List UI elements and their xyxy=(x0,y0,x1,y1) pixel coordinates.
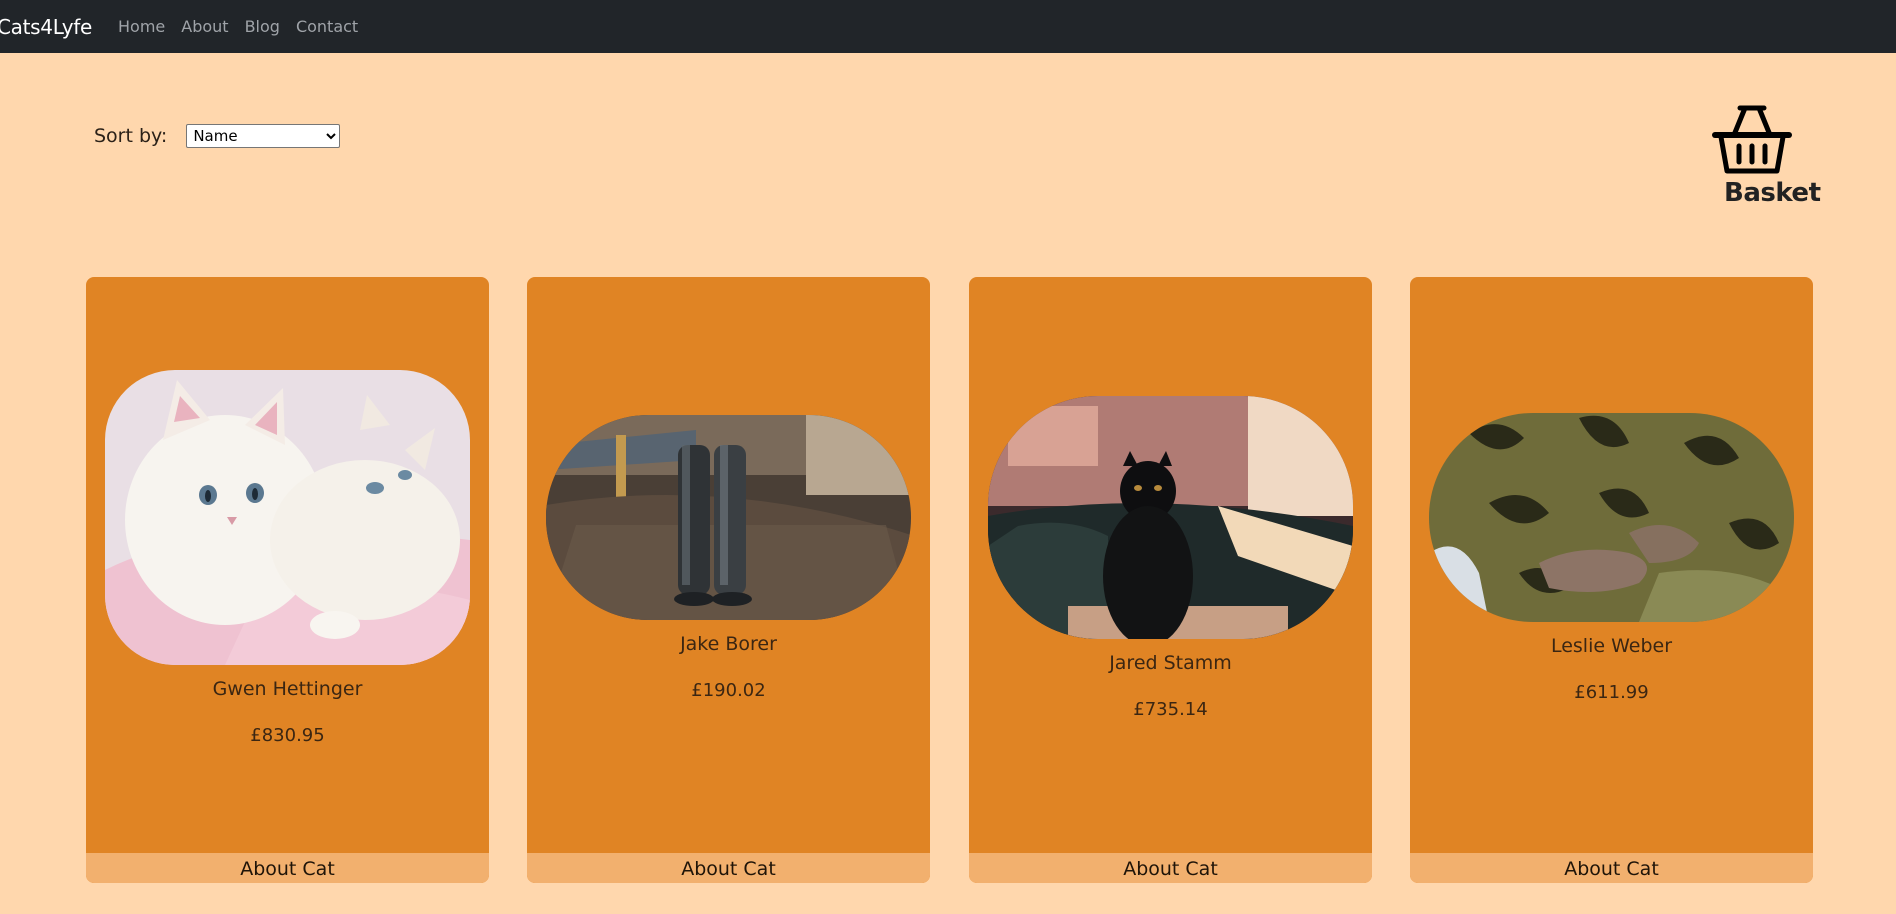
about-cat-button-4[interactable]: About Cat xyxy=(1410,853,1813,883)
product-card-1: Gwen Hettinger £830.95 About Cat xyxy=(86,277,489,883)
nav-link-blog[interactable]: Blog xyxy=(245,17,280,36)
product-price-3: £735.14 xyxy=(1133,699,1208,720)
navbar: Cats4Lyfe Home About Blog Contact xyxy=(0,0,1896,53)
product-photo-1 xyxy=(105,370,470,665)
product-name-3: Jared Stamm xyxy=(1109,652,1232,674)
nav-link-about[interactable]: About xyxy=(181,17,228,36)
basket-label: Basket xyxy=(1724,178,1821,208)
basket-button[interactable]: Basket xyxy=(1712,104,1821,214)
about-cat-button-1[interactable]: About Cat xyxy=(86,853,489,883)
basket-icon xyxy=(1712,105,1792,174)
product-card-4: Leslie Weber £611.99 About Cat xyxy=(1410,277,1813,883)
product-photo-2 xyxy=(546,415,911,620)
product-name-2: Jake Borer xyxy=(680,633,777,655)
sort-select[interactable]: Name xyxy=(186,124,341,148)
product-price-4: £611.99 xyxy=(1574,682,1649,703)
product-card-2: Jake Borer £190.02 About Cat xyxy=(527,277,930,883)
about-cat-button-2[interactable]: About Cat xyxy=(527,853,930,883)
nav-link-contact[interactable]: Contact xyxy=(296,17,358,36)
product-price-1: £830.95 xyxy=(250,725,325,746)
about-cat-button-3[interactable]: About Cat xyxy=(969,853,1372,883)
nav-link-home[interactable]: Home xyxy=(118,17,165,36)
product-photo-4 xyxy=(1429,413,1794,622)
product-card-3: Jared Stamm £735.14 About Cat xyxy=(969,277,1372,883)
sort-controls: Sort by: Name xyxy=(94,124,341,148)
sort-label: Sort by: xyxy=(94,125,168,147)
product-name-1: Gwen Hettinger xyxy=(212,678,363,700)
product-price-2: £190.02 xyxy=(691,680,766,701)
product-name-4: Leslie Weber xyxy=(1550,635,1673,657)
brand-link[interactable]: Cats4Lyfe xyxy=(0,15,92,39)
product-photo-3 xyxy=(988,396,1353,639)
